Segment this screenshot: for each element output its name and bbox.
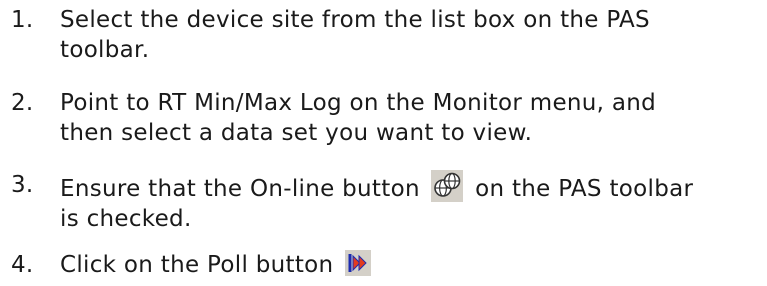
step-text: Point to RT Min/Max Log on the Monitor m… (60, 88, 765, 148)
step-line: then select a data set you want to view. (60, 120, 533, 146)
step-text-after-icon: on the PAS toolbar (475, 176, 694, 202)
step-line: is checked. (60, 206, 192, 232)
step-line: toolbar. (60, 37, 150, 63)
poll-button-icon (345, 250, 372, 276)
step-text: Select the device site from the list box… (60, 5, 765, 65)
step-number: 1. (11, 7, 34, 33)
step-text-before-icon: Click on the Poll button (60, 252, 334, 278)
step-text-before-icon: Ensure that the On-line button (60, 176, 420, 202)
step-number: 2. (11, 90, 34, 116)
online-button-icon (431, 170, 464, 202)
step-number: 4. (11, 252, 34, 278)
step-number: 3. (11, 172, 34, 198)
step-line: Select the device site from the list box… (60, 7, 650, 33)
step-line: Ensure that the On-line button on the PA… (60, 170, 765, 204)
step-text: Ensure that the On-line button on the PA… (60, 170, 765, 234)
step-line: Point to RT Min/Max Log on the Monitor m… (60, 90, 657, 116)
step-text: Click on the Poll button (60, 250, 765, 280)
